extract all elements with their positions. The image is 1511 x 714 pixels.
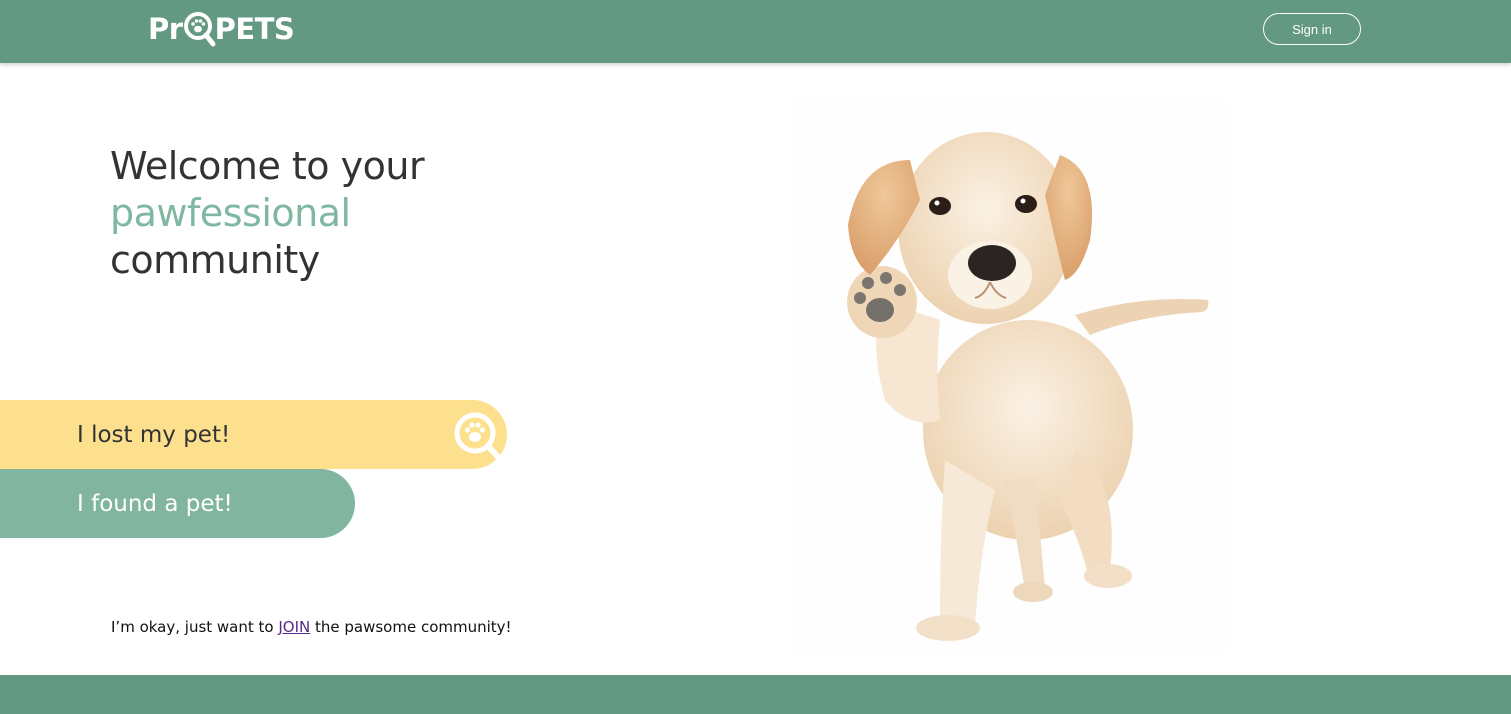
hero-headline: Welcome to your pawfessional community [110,143,425,284]
join-prefix-text: I’m okay, just want to [111,618,279,636]
headline-accent-word: pawfessional [110,191,351,235]
puppy-image [790,100,1230,652]
found-pet-button[interactable]: I found a pet! [0,469,355,538]
logo-text-end: PETS [214,12,295,46]
footer-bar [0,675,1511,714]
join-suffix-text: the pawsome community! [310,618,512,636]
join-prompt: I’m okay, just want to JOIN the pawsome … [111,618,512,636]
signin-button[interactable]: Sign in [1263,13,1361,45]
logo-text-start: Pr [148,12,183,46]
found-pet-label: I found a pet! [77,490,233,517]
headline-line-1: Welcome to your [110,144,425,188]
headline-line-3: community [110,238,320,282]
magnifier-paw-icon [454,412,502,461]
join-link[interactable]: JOIN [278,618,310,636]
top-navbar: Pr PETS Sign in [0,0,1511,63]
lost-pet-button[interactable]: I lost my pet! [0,400,507,469]
propets-logo[interactable]: Pr PETS [148,9,295,49]
lost-pet-label: I lost my pet! [77,421,231,448]
magnifier-paw-icon [183,12,216,47]
